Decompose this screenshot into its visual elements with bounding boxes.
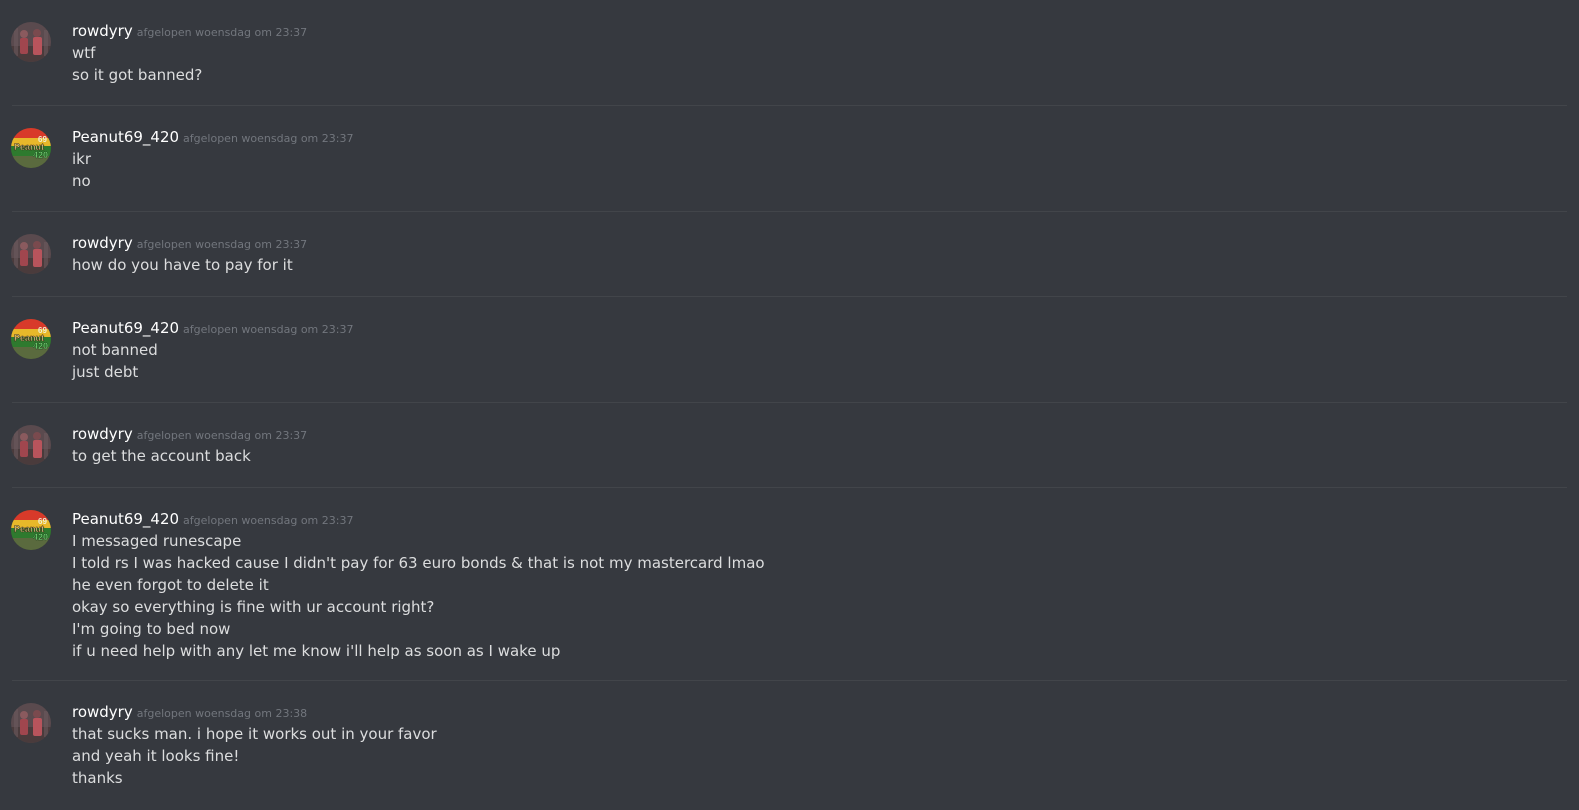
username[interactable]: rowdyry xyxy=(72,22,133,40)
message-content: not banned just debt xyxy=(72,339,158,383)
message-text: ikr xyxy=(72,150,92,168)
avatar-peanut69-420[interactable]: Peanut 69 420 xyxy=(11,128,51,168)
message-content: that sucks man. i hope it works out in y… xyxy=(72,723,437,789)
message-text: if u need help with any let me know i'll… xyxy=(72,642,561,660)
message-header: rowdyry afgelopen woensdag om 23:38 xyxy=(72,702,307,721)
message-text: wtf xyxy=(72,44,96,62)
avatar-peanut69-420[interactable]: Peanut 69 420 xyxy=(11,319,51,359)
message-divider xyxy=(12,296,1567,297)
avatar-logo-text: 69 xyxy=(38,326,47,335)
username[interactable]: Peanut69_420 xyxy=(72,319,179,337)
avatar-rowdyry[interactable] xyxy=(11,234,51,274)
message-content: to get the account back xyxy=(72,445,251,467)
timestamp[interactable]: afgelopen woensdag om 23:37 xyxy=(137,429,307,442)
message-divider xyxy=(12,487,1567,488)
avatar-logo-text: 420 xyxy=(33,532,48,542)
username[interactable]: rowdyry xyxy=(72,425,133,443)
message-header: Peanut69_420 afgelopen woensdag om 23:37 xyxy=(72,127,353,146)
message-divider xyxy=(12,105,1567,106)
message-content: ikr no xyxy=(72,148,91,192)
message-header: rowdyry afgelopen woensdag om 23:37 xyxy=(72,424,307,443)
message-text: not banned xyxy=(72,341,158,359)
message-text: thanks xyxy=(72,769,123,787)
message-divider xyxy=(12,680,1567,681)
avatar-logo-text: 420 xyxy=(33,150,48,160)
chat-message-list: rowdyry afgelopen woensdag om 23:37 wtf so … xyxy=(0,0,1579,810)
message-content: wtf so it got banned? xyxy=(72,42,202,86)
message-header: rowdyry afgelopen woensdag om 23:37 xyxy=(72,233,307,252)
timestamp[interactable]: afgelopen woensdag om 23:37 xyxy=(137,26,307,39)
avatar-logo-text: 69 xyxy=(38,135,47,144)
message-header: Peanut69_420 afgelopen woensdag om 23:37 xyxy=(72,509,353,528)
message-text: okay so everything is fine with ur accou… xyxy=(72,598,435,616)
message-header: Peanut69_420 afgelopen woensdag om 23:37 xyxy=(72,318,353,337)
username[interactable]: rowdyry xyxy=(72,234,133,252)
message-text: he even forgot to delete it xyxy=(72,576,269,594)
timestamp[interactable]: afgelopen woensdag om 23:37 xyxy=(183,323,353,336)
message-content: how do you have to pay for it xyxy=(72,254,293,276)
message-content: I messaged runescape I told rs I was hack… xyxy=(72,530,765,662)
message-text: that sucks man. i hope it works out in y… xyxy=(72,725,437,743)
message-text: I told rs I was hacked cause I didn't pa… xyxy=(72,554,765,572)
avatar-rowdyry[interactable] xyxy=(11,22,51,62)
avatar-rowdyry[interactable] xyxy=(11,425,51,465)
message-text: I messaged runescape xyxy=(72,532,242,550)
avatar-peanut69-420[interactable]: Peanut 69 420 xyxy=(11,510,51,550)
avatar-logo-text: 69 xyxy=(38,517,47,526)
message-divider xyxy=(12,211,1567,212)
username[interactable]: Peanut69_420 xyxy=(72,510,179,528)
avatar-rowdyry[interactable] xyxy=(11,703,51,743)
message-text: so it got banned? xyxy=(72,66,203,84)
timestamp[interactable]: afgelopen woensdag om 23:37 xyxy=(183,132,353,145)
avatar-logo-text: 420 xyxy=(33,341,48,351)
timestamp[interactable]: afgelopen woensdag om 23:38 xyxy=(137,707,307,720)
message-divider xyxy=(12,402,1567,403)
message-text: to get the account back xyxy=(72,447,251,465)
username[interactable]: Peanut69_420 xyxy=(72,128,179,146)
timestamp[interactable]: afgelopen woensdag om 23:37 xyxy=(183,514,353,527)
username[interactable]: rowdyry xyxy=(72,703,133,721)
message-text: no xyxy=(72,172,91,190)
message-text: I'm going to bed now xyxy=(72,620,231,638)
message-text: and yeah it looks fine! xyxy=(72,747,240,765)
timestamp[interactable]: afgelopen woensdag om 23:37 xyxy=(137,238,307,251)
message-header: rowdyry afgelopen woensdag om 23:37 xyxy=(72,21,307,40)
message-text: just debt xyxy=(72,363,139,381)
message-text: how do you have to pay for it xyxy=(72,256,293,274)
